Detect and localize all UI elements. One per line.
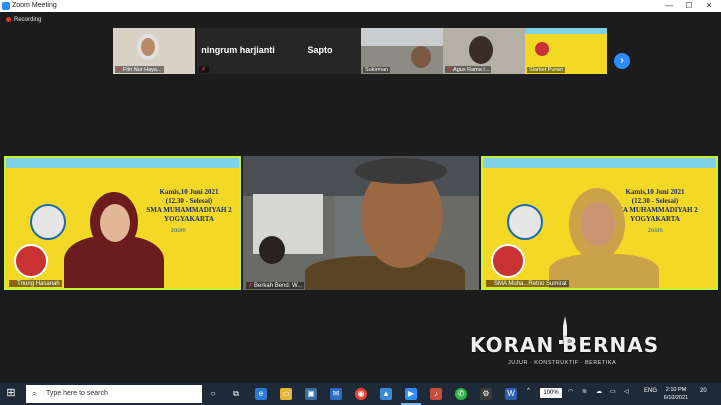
participant-name: ✗Agus Rama I... <box>445 66 492 73</box>
participant-name: ✗Berkah Bend. W... <box>246 282 305 289</box>
file-explorer-icon[interactable]: ▭ <box>280 388 292 400</box>
video-tile-1[interactable]: Kamis,10 Juni 2021 (12.30 - Selesai) SMA… <box>4 156 241 290</box>
recording-indicator[interactable]: Recording <box>6 17 41 23</box>
clock-date: 6/10/2021 <box>663 395 689 401</box>
slide-avatar <box>535 42 549 56</box>
slide-avatar <box>491 244 525 278</box>
watermark-brand: KORAN BERNAS <box>470 333 660 357</box>
edge-icon[interactable]: e <box>255 388 267 400</box>
battery-indicator[interactable]: 100% <box>540 388 562 398</box>
mic-off-icon: ✗ <box>248 283 254 289</box>
maximize-button[interactable]: ☐ <box>680 0 698 12</box>
task-view-icon[interactable]: ⧉ <box>230 388 242 400</box>
display-icon[interactable]: ▭ <box>610 388 616 395</box>
strip-tile-2[interactable]: ningrum harjianti ✗ <box>197 28 279 74</box>
chrome-icon[interactable]: ◉ <box>355 388 367 400</box>
slide-band <box>483 158 716 168</box>
mic-off-icon: ✗ <box>447 67 453 73</box>
event-badge <box>507 204 543 240</box>
slide-avatar <box>14 244 48 278</box>
recording-dot-icon <box>6 17 11 22</box>
background-person <box>259 236 285 264</box>
strip-tile-5[interactable]: ✗Agus Rama I... <box>443 28 525 74</box>
participant-name: ✗SMA Muha...Retno Sumirat <box>486 280 569 287</box>
participant-name: Sukirman <box>363 67 391 73</box>
participant-video <box>411 46 431 68</box>
whatsapp-icon[interactable]: ✆ <box>455 388 467 400</box>
window-title: Zoom Meeting <box>12 2 57 9</box>
participant-video <box>137 34 159 60</box>
mic-off-icon: ✗ <box>488 281 494 287</box>
taskbar-search-input[interactable]: ⌕ Type here to search <box>26 385 202 403</box>
room-background <box>361 28 443 46</box>
network-icon[interactable]: ◠ <box>568 388 573 395</box>
video-tile-3[interactable]: Kamis,10 Juni 2021 (12.30 - Selesai) SMA… <box>481 156 718 290</box>
onedrive-icon[interactable]: ☁ <box>596 388 602 395</box>
strip-tile-6[interactable]: Slamet Purwo <box>525 28 607 74</box>
participant-face <box>100 204 130 242</box>
video-tile-2[interactable]: ✗Berkah Bend. W... <box>243 156 479 290</box>
title-bar: Zoom Meeting — ☐ ✕ <box>0 0 721 12</box>
strip-tile-1[interactable]: ✗Fitri Nur Haya... <box>113 28 195 74</box>
slide-text: Kamis,10 Juni 2021 (12.30 - Selesai) SMA… <box>146 188 232 223</box>
photos-icon[interactable]: ▲ <box>380 388 392 400</box>
clock-time: 2:10 PM <box>665 387 687 393</box>
close-button[interactable]: ✕ <box>700 0 718 12</box>
zoom-logo: zoom <box>648 228 663 234</box>
participant-face <box>581 202 615 246</box>
store-icon[interactable]: ▣ <box>305 388 317 400</box>
participant-video <box>469 36 493 64</box>
strip-tile-3[interactable]: Sapto <box>279 28 361 74</box>
start-icon[interactable]: ⊞ <box>4 387 18 401</box>
taskbar-clock[interactable]: 2:10 PM 6/10/2021 <box>663 386 689 402</box>
settings-icon[interactable]: ⚙ <box>480 388 492 400</box>
participant-name: ✗Tnung Hasanah <box>9 280 62 287</box>
language-indicator[interactable]: ENG <box>644 388 657 394</box>
notification-count[interactable]: 20 <box>700 388 707 394</box>
mic-off-icon: ✗ <box>201 67 207 73</box>
participant-name: Slamet Purwo <box>527 67 566 73</box>
mail-icon[interactable]: ✉ <box>330 388 342 400</box>
slide-band <box>525 28 607 34</box>
tray-arrow-icon[interactable]: ^ <box>527 388 530 394</box>
word-icon[interactable]: W <box>505 388 517 400</box>
watermark-tagline: JUJUR · KONSTRUKTIF · BERETIKA <box>508 360 617 366</box>
event-badge <box>30 204 66 240</box>
participant-name: Sapto <box>307 45 333 55</box>
wifi-icon[interactable]: ≋ <box>582 388 587 395</box>
minimize-button[interactable]: — <box>660 0 678 12</box>
search-icon: ⌕ <box>32 389 37 398</box>
strip-tile-4[interactable]: Sukirman <box>361 28 443 74</box>
mic-off-icon: ✗ <box>117 67 123 73</box>
koran-bernas-watermark: KORAN BERNAS JUJUR · KONSTRUKTIF · BERET… <box>470 316 664 372</box>
participant-name: ningrum harjianti <box>201 45 275 55</box>
speaker-hair <box>355 158 447 184</box>
zoom-logo: zoom <box>171 228 186 234</box>
zoom-icon[interactable]: ▶ <box>405 388 417 400</box>
taskbar: ⊞ ⌕ Type here to search ○ ⧉ e ▭ ▣ ✉ ◉ ▲ … <box>0 383 721 405</box>
media-icon[interactable]: ♪ <box>430 388 442 400</box>
recording-label: Recording <box>14 17 42 23</box>
cortana-icon[interactable]: ○ <box>207 388 219 400</box>
mic-off-icon: ✗ <box>11 281 17 287</box>
participant-name: ✗Fitri Nur Haya... <box>115 66 164 73</box>
search-placeholder: Type here to search <box>46 390 108 397</box>
volume-icon[interactable]: ◁ <box>624 388 629 395</box>
next-page-button[interactable]: › <box>614 53 630 69</box>
mic-off-indicator: ✗ <box>199 66 210 73</box>
zoom-app-icon <box>2 2 10 10</box>
slide-band <box>6 158 239 168</box>
